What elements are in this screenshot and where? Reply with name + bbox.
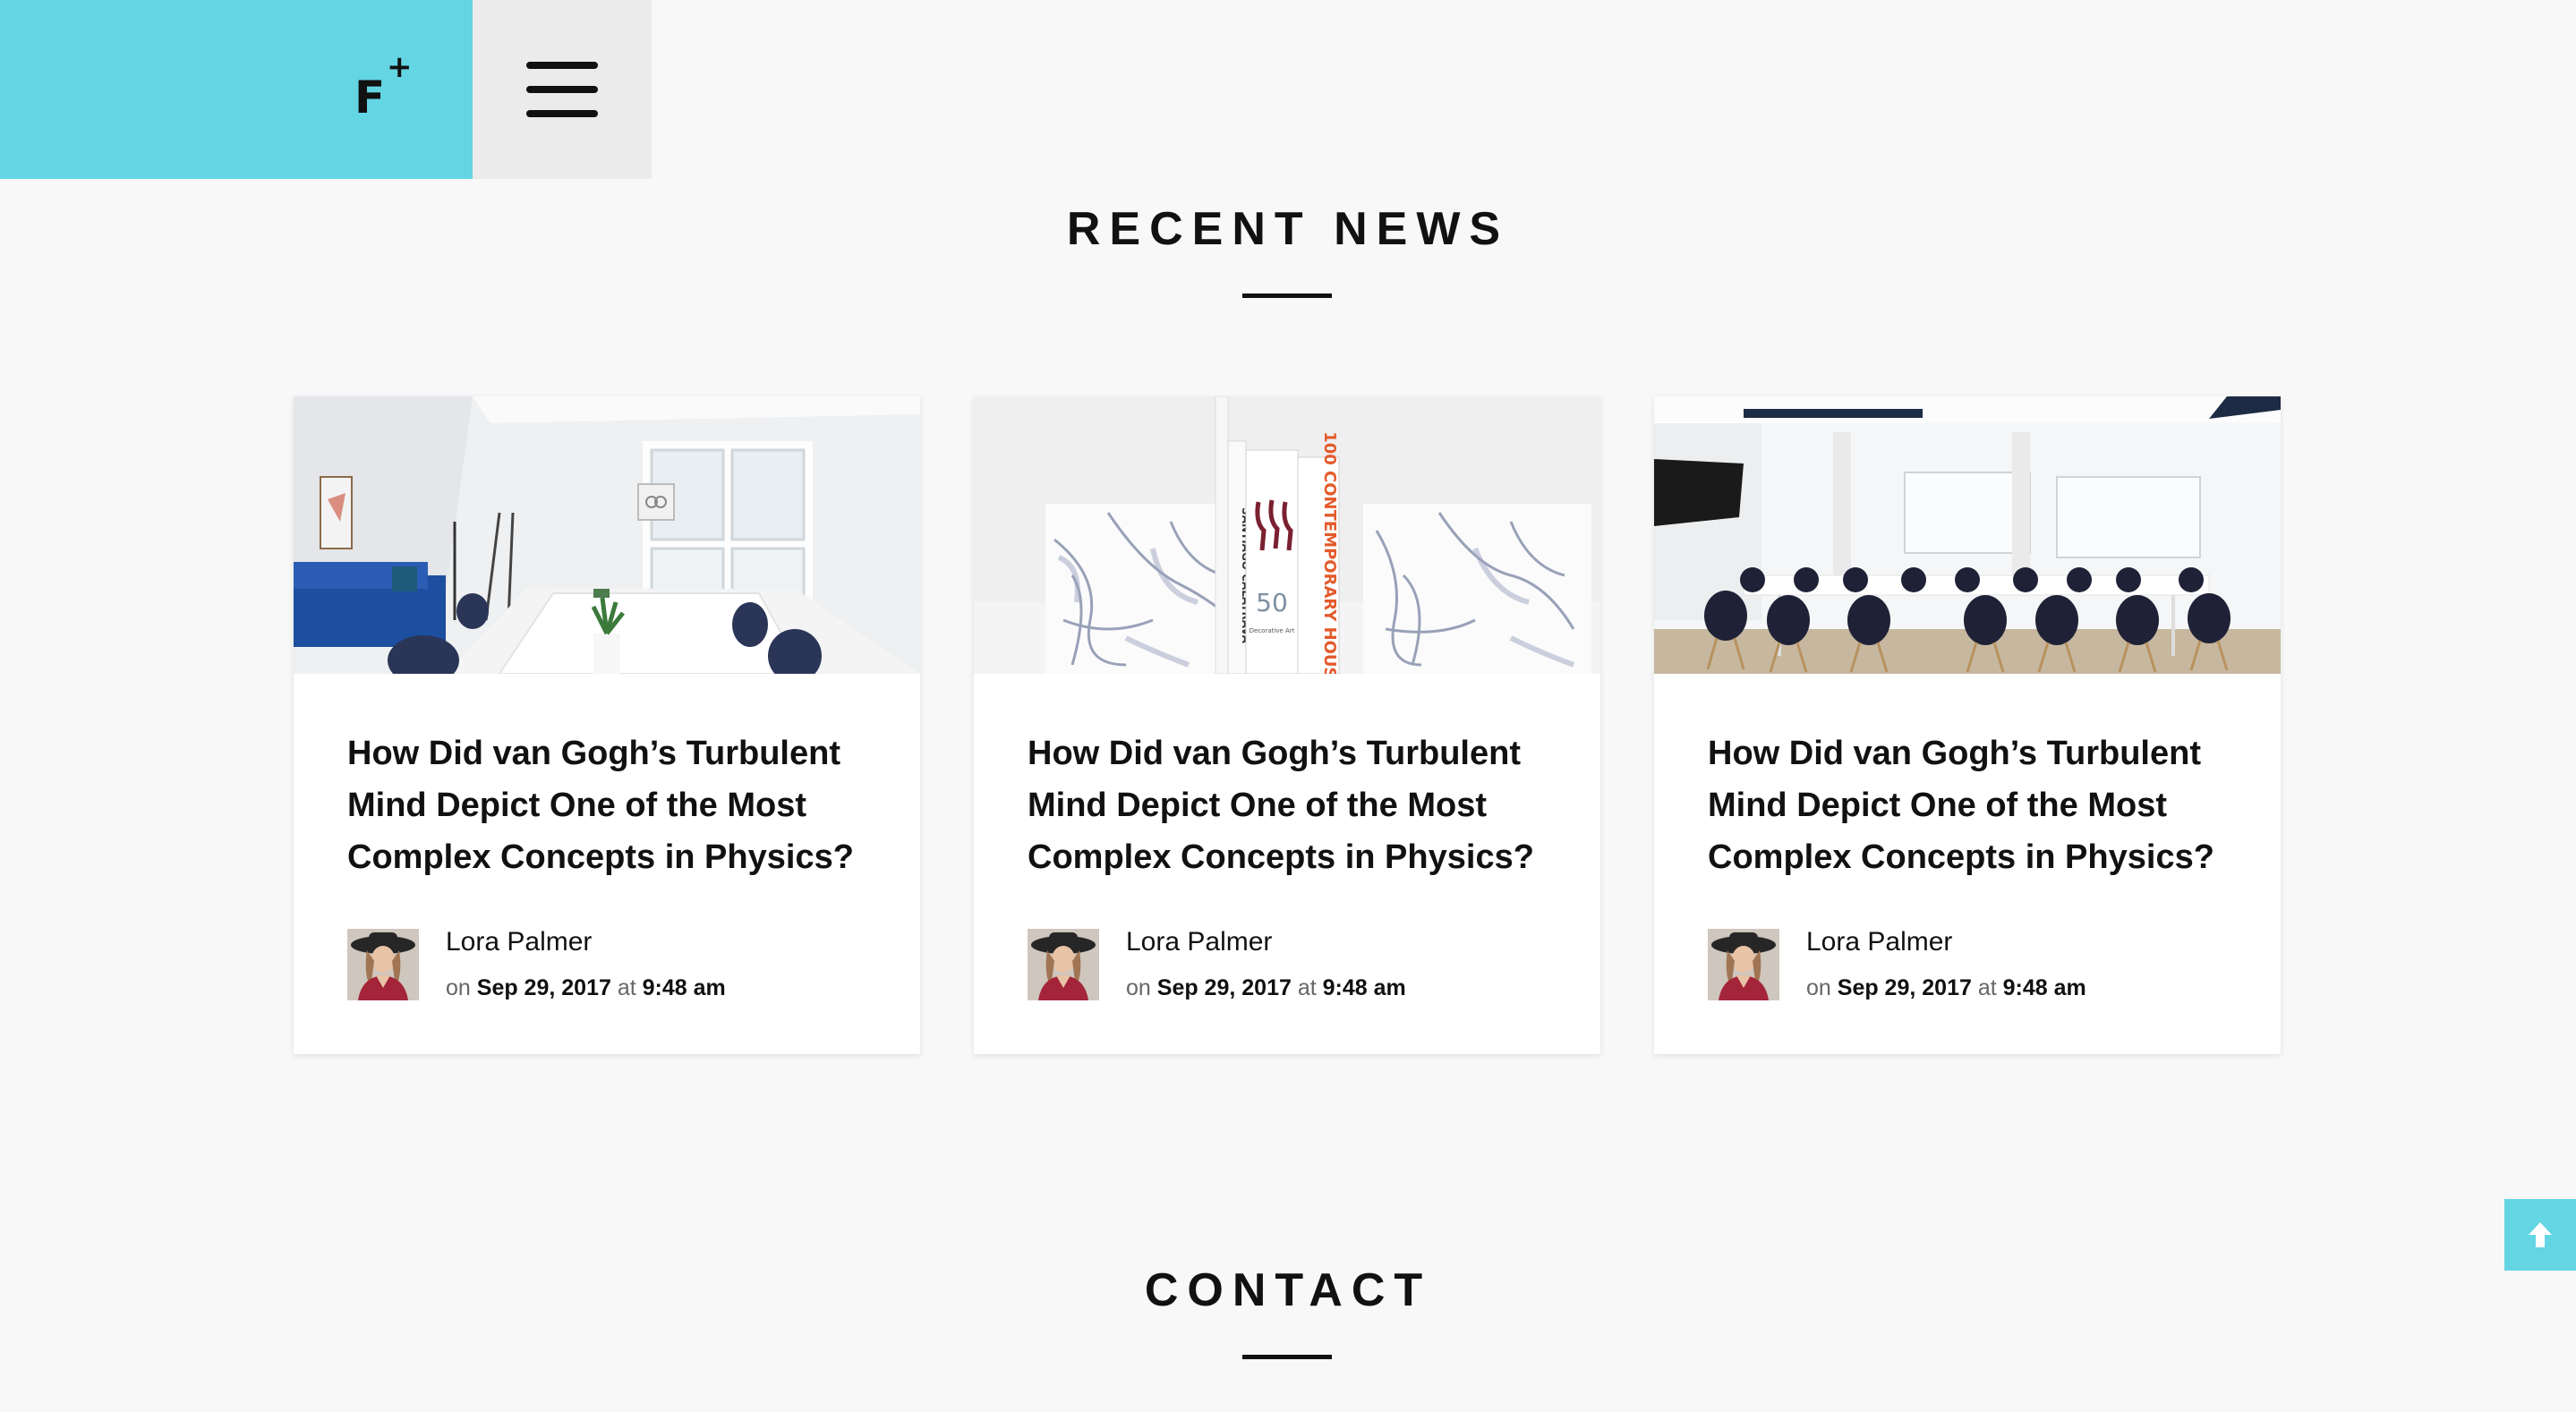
back-to-top-button[interactable]: [2504, 1199, 2576, 1271]
post-meta: on Sep 29, 2017 at 9:48 am: [1126, 975, 1406, 1001]
heading-divider: [1242, 1355, 1332, 1359]
post-meta: on Sep 29, 2017 at 9:48 am: [446, 975, 726, 1001]
meta-at-label: at: [1297, 975, 1317, 1000]
page: F + RECENT NEWS How Did van Gogh’s Turbu…: [0, 0, 2576, 1412]
book-spine-decorative: Decorative Art: [1250, 627, 1295, 634]
logo-link[interactable]: F +: [0, 0, 473, 179]
news-card[interactable]: SANTIAGO CALATRAVA 50 Decorative Art 100…: [974, 396, 1600, 1054]
post-time: 9:48 am: [1322, 975, 1406, 1000]
author-avatar: [1028, 929, 1099, 1000]
post-date: Sep 29, 2017: [476, 975, 611, 1000]
heading-divider: [1242, 293, 1332, 298]
news-card-image-conference-room[interactable]: [1654, 396, 2281, 674]
post-time: 9:48 am: [642, 975, 726, 1000]
author-name[interactable]: Lora Palmer: [446, 927, 592, 957]
post-meta: on Sep 29, 2017 at 9:48 am: [1806, 975, 2086, 1001]
news-card-image-meeting-room[interactable]: [294, 396, 920, 674]
book-spine-contemporary: 100 CONTEMPORARY HOUSES: [1320, 431, 1339, 674]
post-date: Sep 29, 2017: [1837, 975, 1972, 1000]
meta-on-label: on: [1126, 975, 1151, 1000]
news-card-title[interactable]: How Did van Gogh’s Turbulent Mind Depict…: [347, 727, 884, 883]
logo: F +: [354, 52, 417, 123]
arrow-up-icon: [2529, 1222, 2552, 1247]
author-avatar: [1708, 929, 1779, 1000]
book-spine-50: 50: [1256, 588, 1288, 617]
news-card-title[interactable]: How Did van Gogh’s Turbulent Mind Depict…: [1028, 727, 1565, 883]
news-card-image-bookends[interactable]: SANTIAGO CALATRAVA 50 Decorative Art 100…: [974, 396, 1600, 674]
post-time: 9:48 am: [2002, 975, 2086, 1000]
news-card-title[interactable]: How Did van Gogh’s Turbulent Mind Depict…: [1708, 727, 2245, 883]
meta-at-label: at: [1977, 975, 1997, 1000]
author-avatar: [347, 929, 419, 1000]
author-name[interactable]: Lora Palmer: [1126, 927, 1272, 957]
logo-plus: +: [387, 49, 413, 85]
meta-at-label: at: [617, 975, 636, 1000]
meta-on-label: on: [446, 975, 471, 1000]
contact-heading: CONTACT: [1144, 1264, 1432, 1316]
logo-letter: F: [354, 72, 386, 123]
post-date: Sep 29, 2017: [1156, 975, 1292, 1000]
recent-news-heading: RECENT NEWS: [1066, 203, 1510, 255]
author-name[interactable]: Lora Palmer: [1806, 927, 1952, 957]
menu-toggle-button[interactable]: [473, 0, 652, 179]
news-card[interactable]: How Did van Gogh’s Turbulent Mind Depict…: [1654, 396, 2281, 1054]
news-card[interactable]: How Did van Gogh’s Turbulent Mind Depict…: [294, 396, 920, 1054]
meta-on-label: on: [1806, 975, 1831, 1000]
